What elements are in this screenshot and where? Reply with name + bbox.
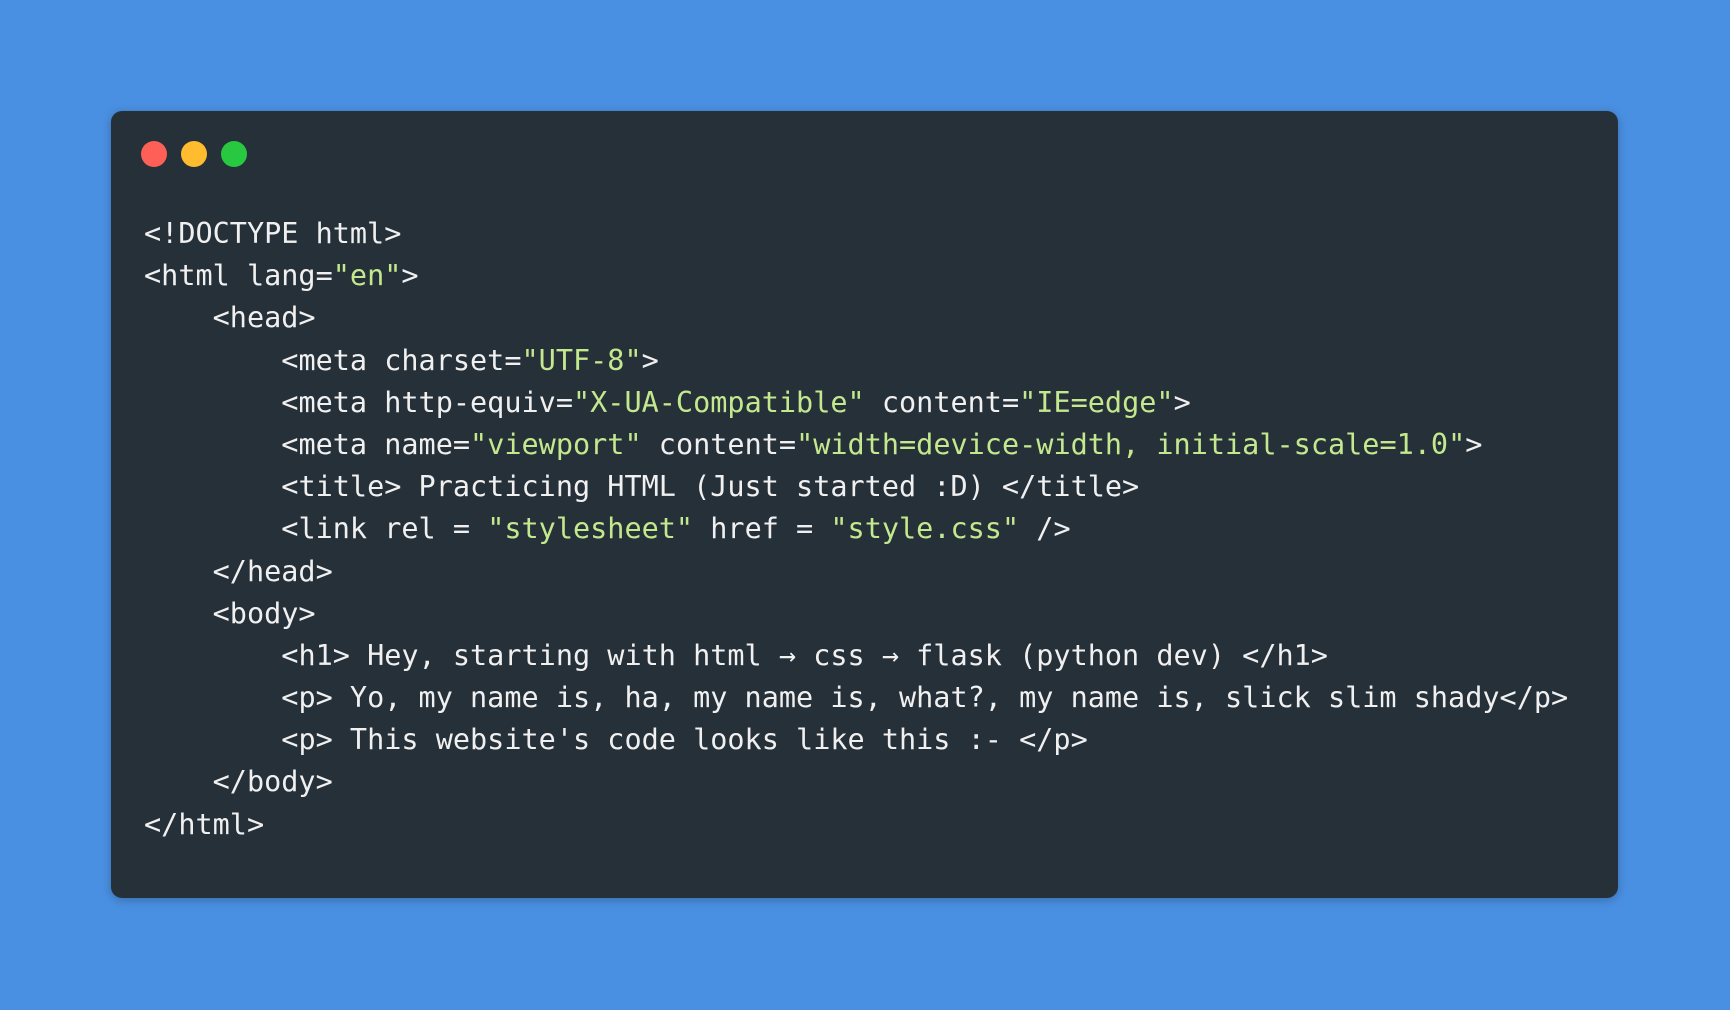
code-line: </body>	[144, 761, 1568, 803]
code-token: <html lang=	[144, 259, 333, 293]
code-string-token: "stylesheet"	[487, 512, 694, 546]
code-token: >	[401, 259, 419, 293]
code-token: href =	[693, 512, 831, 546]
code-window: <!DOCTYPE html> <html lang="en"> <head> <…	[111, 111, 1618, 898]
code-line: <html lang="en">	[144, 255, 1568, 297]
code-token: <meta charset=	[281, 343, 522, 377]
code-line: <meta charset="UTF-8">	[144, 340, 1568, 382]
code-line: <link rel = "stylesheet" href = "style.c…	[144, 508, 1568, 550]
code-string-token: "en"	[332, 259, 402, 293]
code-line: <!DOCTYPE html>	[144, 213, 1568, 255]
code-token: content=	[864, 385, 1020, 419]
code-token: <h1> Hey, starting with html → css → fla…	[281, 638, 1328, 672]
code-token: >	[641, 343, 659, 377]
code-token: >	[1173, 385, 1191, 419]
code-line: <h1> Hey, starting with html → css → fla…	[144, 635, 1568, 677]
code-line: <meta name="viewport" content="width=dev…	[144, 424, 1568, 466]
code-string-token: "IE=edge"	[1019, 385, 1174, 419]
code-string-token: "width=device-width, initial-scale=1.0"	[796, 427, 1466, 461]
minimize-dot-icon[interactable]	[181, 141, 207, 167]
code-token: <!DOCTYPE html>	[144, 217, 402, 250]
code-token: content=	[641, 427, 797, 461]
code-token: <meta http-equiv=	[281, 385, 573, 419]
code-token: <p> This website's code looks like this …	[281, 723, 1088, 757]
code-string-token: "UTF-8"	[521, 343, 642, 377]
code-token: </html>	[144, 807, 265, 841]
code-string-token: "style.css"	[830, 512, 1020, 546]
code-line: </head>	[144, 551, 1568, 593]
code-block: <!DOCTYPE html> <html lang="en"> <head> <…	[144, 213, 1568, 846]
code-line: <p> Yo, my name is, ha, my name is, what…	[144, 677, 1568, 719]
code-token: </head>	[212, 554, 333, 588]
code-token: <head>	[212, 301, 316, 335]
code-token: >	[1465, 427, 1483, 461]
code-line: <p> This website's code looks like this …	[144, 719, 1568, 761]
window-controls	[141, 141, 247, 167]
code-token: <p> Yo, my name is, ha, my name is, what…	[281, 681, 1569, 715]
code-line: <body>	[144, 593, 1568, 635]
code-token: />	[1019, 512, 1071, 546]
maximize-dot-icon[interactable]	[221, 141, 247, 167]
code-token: <body>	[212, 596, 316, 630]
code-line: <meta http-equiv="X-UA-Compatible" conte…	[144, 382, 1568, 424]
code-token: <meta name=	[281, 427, 471, 461]
code-token: <title> Practicing HTML (Just started :D…	[281, 470, 1140, 504]
code-line: <head>	[144, 297, 1568, 339]
code-token: </body>	[212, 765, 333, 799]
code-string-token: "viewport"	[470, 427, 642, 461]
close-dot-icon[interactable]	[141, 141, 167, 167]
code-line: <title> Practicing HTML (Just started :D…	[144, 466, 1568, 508]
code-string-token: "X-UA-Compatible"	[572, 385, 865, 419]
code-token: <link rel =	[281, 512, 488, 546]
code-line: </html>	[144, 804, 1568, 846]
